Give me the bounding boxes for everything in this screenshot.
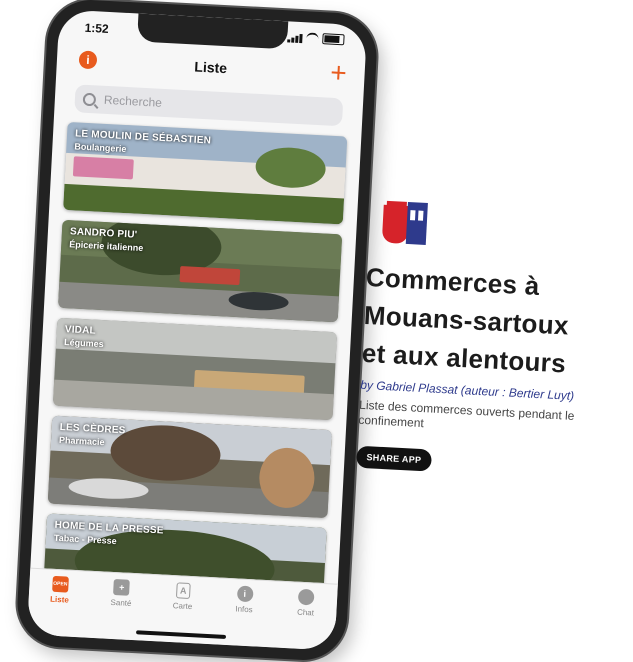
promo-panel: Commerces à Mouans-sartoux et aux alento… — [355, 200, 625, 481]
shop-card[interactable]: VIDAL Légumes — [52, 317, 338, 421]
phone-screen: 1:52 i Liste + Recherche LE MOULIN DE SÉ… — [26, 9, 368, 651]
search-input[interactable]: Recherche — [74, 84, 344, 127]
tab-label: Infos — [235, 604, 253, 615]
info-icon: i — [236, 585, 254, 603]
tab-label: Santé — [110, 597, 132, 608]
tab-label: Liste — [49, 594, 70, 605]
search-placeholder: Recherche — [103, 92, 163, 110]
shop-card[interactable]: LE MOULIN DE SÉBASTIEN Boulangerie — [63, 121, 348, 225]
town-logo — [381, 200, 432, 247]
tab-chat[interactable]: Chat — [280, 588, 331, 650]
chat-bubble-icon — [297, 588, 315, 606]
status-icons — [287, 31, 345, 46]
wifi-icon — [306, 32, 319, 44]
phone-mockup: 1:52 i Liste + Recherche LE MOULIN DE SÉ… — [15, 0, 379, 662]
shop-card[interactable]: SANDRO PIU' Épicerie italienne — [57, 219, 343, 323]
shop-card[interactable]: LES CÈDRES Pharmacie — [47, 415, 332, 519]
signal-icon — [287, 32, 303, 43]
shop-list: LE MOULIN DE SÉBASTIEN Boulangerie SANDR… — [42, 121, 348, 626]
tab-label: Carte — [172, 601, 193, 612]
tab-label: Chat — [296, 607, 315, 618]
search-icon — [82, 92, 97, 106]
health-cross-icon: + — [113, 579, 131, 596]
battery-icon — [322, 33, 345, 46]
app-title: Commerces à Mouans-sartoux et aux alento… — [361, 258, 622, 385]
add-button[interactable]: + — [330, 57, 348, 89]
page-title: Liste — [194, 58, 228, 77]
app-description: Liste des commerces ouverts pendant le c… — [358, 397, 575, 431]
map-icon: A — [175, 582, 191, 599]
list-icon: OPEN — [51, 575, 69, 593]
shop-category: Légumes — [63, 337, 104, 350]
shop-name: VIDAL — [64, 324, 97, 337]
tab-liste[interactable]: OPEN Liste — [34, 575, 85, 637]
share-app-button[interactable]: SHARE APP — [355, 445, 432, 472]
status-time: 1:52 — [84, 20, 110, 36]
